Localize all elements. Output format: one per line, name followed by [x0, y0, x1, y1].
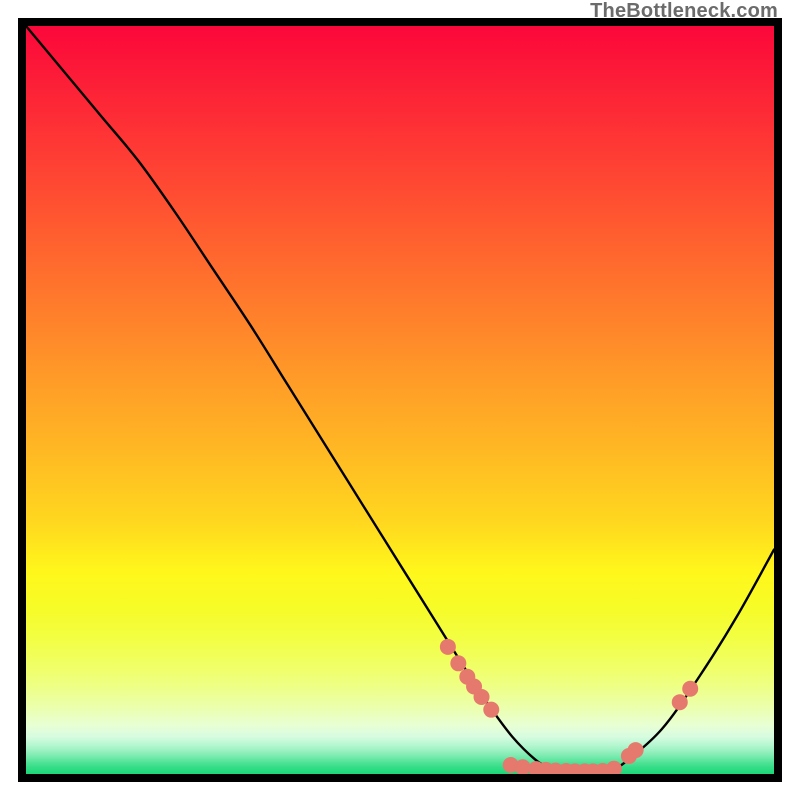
chart-frame: [18, 18, 782, 782]
data-marker: [606, 761, 622, 774]
data-marker: [672, 694, 688, 710]
data-marker: [440, 639, 456, 655]
data-marker: [450, 655, 466, 671]
bottleneck-curve: [26, 26, 774, 773]
data-marker: [682, 681, 698, 697]
chart-svg: [26, 26, 774, 774]
data-marker: [474, 689, 490, 705]
data-markers: [440, 639, 698, 774]
data-marker: [628, 742, 644, 758]
data-marker: [483, 702, 499, 718]
chart-plot-area: [26, 26, 774, 774]
